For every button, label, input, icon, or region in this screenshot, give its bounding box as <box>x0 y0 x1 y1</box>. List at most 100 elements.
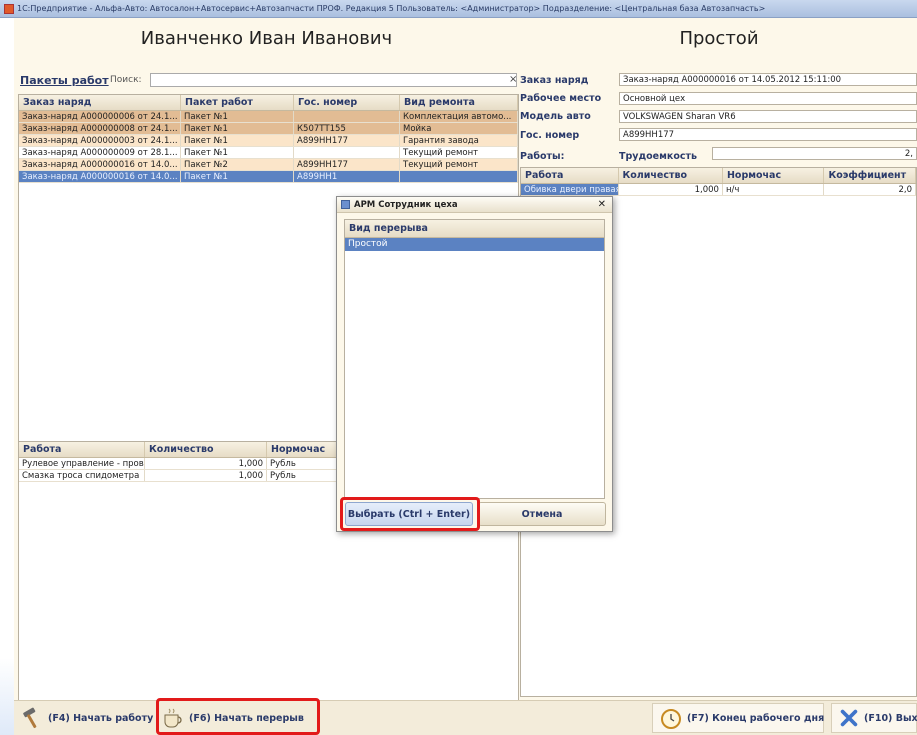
exit-button[interactable]: (F10) Выход <box>831 703 917 733</box>
search-input[interactable] <box>150 73 517 87</box>
plate-field[interactable]: А899НН177 <box>619 128 917 141</box>
work-cell-work: Смазка троса спидометра <box>19 470 145 481</box>
work-cell-unit: Рубль <box>267 470 337 481</box>
break-type-header: Вид перерыва <box>345 220 604 238</box>
order-cell-package: Пакет №2 <box>181 159 294 170</box>
order-label: Заказ наряд <box>520 75 589 86</box>
order-cell-package: Пакет №1 <box>181 135 294 146</box>
break-type-dialog: АРМ Сотрудник цеха ✕ Вид перерыва Просто… <box>336 196 613 532</box>
close-x-icon <box>840 709 858 727</box>
break-type-list[interactable]: Вид перерыва Простой <box>344 219 605 499</box>
employee-name: Иванченко Иван Иванович <box>140 28 393 49</box>
column-coef[interactable]: Коэффициент <box>824 168 916 183</box>
start-work-button[interactable]: (F4) Начать работу <box>20 703 153 733</box>
order-field[interactable]: Заказ-наряд А000000016 от 14.05.2012 15:… <box>619 73 917 86</box>
column-package[interactable]: Пакет работ <box>181 95 294 110</box>
right-work-cell-work: Обивка двери правая и... <box>521 184 619 195</box>
right-work-row[interactable]: Обивка двери правая и...1,000н/ч2,0 <box>521 184 916 196</box>
order-cell-repair: Мойка <box>400 123 518 134</box>
order-cell-plate: А899НН177 <box>294 135 400 146</box>
order-cell-package: Пакет №1 <box>181 171 294 182</box>
order-cell-repair: Комплектация автомо... <box>400 111 518 122</box>
order-cell-plate: К507ТТ155 <box>294 123 400 134</box>
order-cell-package: Пакет №1 <box>181 111 294 122</box>
left-strip <box>0 18 14 735</box>
order-row[interactable]: Заказ-наряд А000000003 от 24.1... Пакет №… <box>19 135 518 147</box>
order-cell-repair: Текущий ремонт <box>400 159 518 170</box>
app-logo-icon <box>4 3 14 14</box>
column-plate[interactable]: Гос. номер <box>294 95 400 110</box>
break-type-item[interactable]: Простой <box>345 238 604 251</box>
order-row[interactable]: Заказ-наряд А000000008 от 24.1... Пакет №… <box>19 123 518 135</box>
hammer-icon <box>23 707 37 729</box>
right-work-cell-coef: 2,0 <box>824 184 916 195</box>
left-glow <box>0 658 14 735</box>
footer-toolbar: (F4) Начать работу (F6) Начать перерыв (… <box>14 700 917 735</box>
model-label: Модель авто <box>520 111 591 122</box>
clear-search-icon[interactable]: × <box>509 74 517 85</box>
order-cell-order: Заказ-наряд А000000016 от 14.0... <box>19 159 181 170</box>
window-titlebar: 1С:Предприятие - Альфа-Авто: Автосалон+А… <box>0 0 917 18</box>
order-row[interactable]: Заказ-наряд А000000006 от 24.1... Пакет №… <box>19 111 518 123</box>
model-field[interactable]: VOLKSWAGEN Sharan VR6 <box>619 110 917 123</box>
order-row[interactable]: Заказ-наряд А000000016 от 14.0... Пакет №… <box>19 159 518 171</box>
dialog-app-icon <box>341 200 350 209</box>
column-norm[interactable]: Нормочас <box>267 442 337 457</box>
clock-icon <box>661 709 681 729</box>
column-order[interactable]: Заказ наряд <box>19 95 181 110</box>
orders-table-header: Заказ наряд Пакет работ Гос. номер Вид р… <box>19 95 518 111</box>
order-cell-order: Заказ-наряд А000000016 от 14.0... <box>19 171 181 182</box>
cancel-button[interactable]: Отмена <box>478 502 606 526</box>
employee-status: Простой <box>679 28 759 49</box>
order-row[interactable]: Заказ-наряд А000000009 от 28.1... Пакет №… <box>19 147 518 159</box>
work-cell-qty: 1,000 <box>145 458 267 469</box>
order-cell-order: Заказ-наряд А000000009 от 28.1... <box>19 147 181 158</box>
order-cell-repair: Гарантия завода <box>400 135 518 146</box>
order-cell-order: Заказ-наряд А000000006 от 24.1... <box>19 111 181 122</box>
column-repair[interactable]: Вид ремонта <box>400 95 518 110</box>
work-cell-work: Рулевое управление - провер... <box>19 458 145 469</box>
workplace-label: Рабочее место <box>520 93 602 104</box>
column-qty[interactable]: Количество <box>145 442 267 457</box>
window-title: 1С:Предприятие - Альфа-Авто: Автосалон+А… <box>17 4 766 13</box>
main-window: Иванченко Иван Иванович Простой Пакеты р… <box>14 18 917 735</box>
column-work[interactable]: Работа <box>19 442 145 457</box>
order-cell-package: Пакет №1 <box>181 147 294 158</box>
packages-title[interactable]: Пакеты работ <box>20 74 109 87</box>
right-works-body: Обивка двери правая и...1,000н/ч2,0 <box>521 184 916 196</box>
dialog-titlebar: АРМ Сотрудник цеха ✕ <box>337 197 612 213</box>
labor-label: Трудоемкость <box>619 151 697 162</box>
column-norm[interactable]: Нормочас <box>723 168 825 183</box>
highlight-select-button <box>340 497 480 531</box>
column-qty[interactable]: Количество <box>619 168 723 183</box>
order-cell-repair: Текущий ремонт <box>400 147 518 158</box>
start-work-label: (F4) Начать работу <box>48 712 154 724</box>
workplace-field[interactable]: Основной цех <box>619 92 917 105</box>
work-cell-qty: 1,000 <box>145 470 267 481</box>
right-works-header: Работа Количество Нормочас Коэффициент <box>521 168 916 184</box>
highlight-start-break <box>156 698 320 735</box>
works-label: Работы: <box>520 151 565 162</box>
plate-label: Гос. номер <box>520 130 580 141</box>
work-cell-unit: Рубль <box>267 458 337 469</box>
order-cell-package: Пакет №1 <box>181 123 294 134</box>
right-work-cell-unit: н/ч <box>723 184 825 195</box>
right-work-cell-qty: 1,000 <box>619 184 723 195</box>
orders-table-body: Заказ-наряд А000000006 от 24.1... Пакет №… <box>19 111 518 183</box>
end-day-label: (F7) Конец рабочего дня <box>687 712 825 724</box>
dialog-close-icon[interactable]: ✕ <box>598 199 606 210</box>
end-day-button[interactable]: (F7) Конец рабочего дня <box>652 703 824 733</box>
order-cell-repair <box>400 171 518 182</box>
order-cell-plate <box>294 147 400 158</box>
search-label: Поиск: <box>110 75 142 85</box>
order-row[interactable]: Заказ-наряд А000000016 от 14.0... Пакет №… <box>19 171 518 183</box>
order-cell-plate: А899НН177 <box>294 159 400 170</box>
exit-label: (F10) Выход <box>864 712 917 724</box>
labor-field[interactable]: 2, <box>712 147 917 160</box>
column-work[interactable]: Работа <box>521 168 619 183</box>
order-cell-plate: А899НН1 <box>294 171 400 182</box>
order-cell-order: Заказ-наряд А000000008 от 24.1... <box>19 123 181 134</box>
order-cell-plate <box>294 111 400 122</box>
dialog-title: АРМ Сотрудник цеха <box>354 199 458 210</box>
order-cell-order: Заказ-наряд А000000003 от 24.1... <box>19 135 181 146</box>
